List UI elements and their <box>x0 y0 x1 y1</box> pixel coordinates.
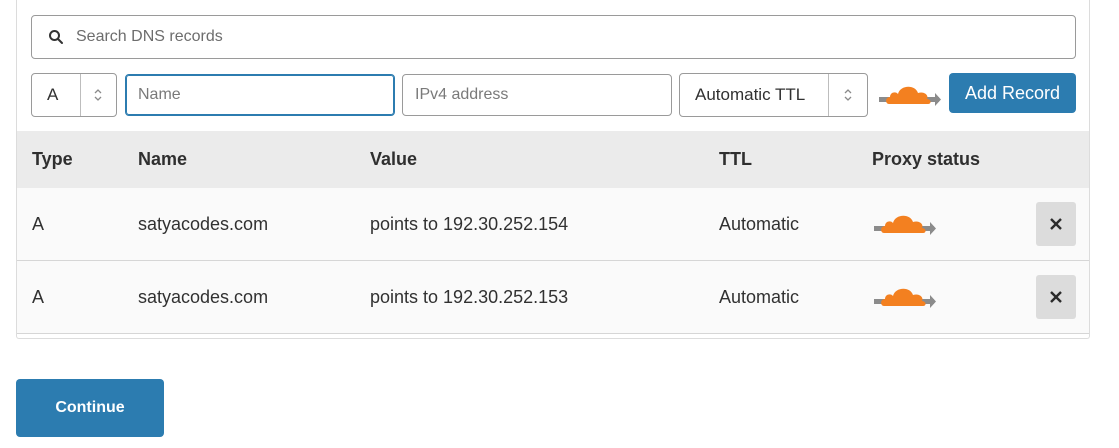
table-row: A satyacodes.com points to 192.30.252.15… <box>17 261 1089 334</box>
add-record-button[interactable]: Add Record <box>949 73 1076 113</box>
ipv4-address-field[interactable] <box>402 74 672 116</box>
cloud-proxied-icon <box>879 86 941 106</box>
table-row: A satyacodes.com points to 192.30.252.15… <box>17 188 1089 261</box>
row-value: points to 192.30.252.154 <box>370 213 569 234</box>
header-value: Value <box>370 149 418 169</box>
delete-record-button[interactable] <box>1036 275 1076 319</box>
proxy-status-toggle[interactable] <box>872 282 938 319</box>
sort-arrows-icon[interactable] <box>79 74 116 116</box>
header-type: Type <box>32 149 73 169</box>
cloud-proxied-icon <box>874 288 936 308</box>
row-ttl: Automatic <box>719 213 800 234</box>
row-type: A <box>32 213 45 234</box>
row-name: satyacodes.com <box>138 286 269 307</box>
row-name: satyacodes.com <box>138 213 269 234</box>
search-box[interactable]: Search DNS records <box>31 15 1076 59</box>
name-field[interactable] <box>125 74 395 116</box>
close-icon <box>1050 218 1062 230</box>
table-header: Type Name Value TTL Proxy status <box>17 131 1089 188</box>
cloud-proxied-icon <box>874 215 936 235</box>
search-icon <box>48 29 64 45</box>
header-ttl: TTL <box>719 149 752 169</box>
header-proxy-status: Proxy status <box>872 149 981 169</box>
continue-button[interactable]: Continue <box>16 379 164 437</box>
proxy-status-toggle[interactable] <box>872 209 938 246</box>
row-ttl: Automatic <box>719 286 800 307</box>
ttl-select[interactable]: Automatic TTL <box>679 73 868 117</box>
row-value: points to 192.30.252.153 <box>370 286 569 307</box>
proxy-toggle[interactable] <box>877 80 943 112</box>
record-type-select[interactable]: A <box>31 73 117 117</box>
record-type-value: A <box>47 85 59 104</box>
search-input[interactable]: Search DNS records <box>76 28 223 46</box>
sort-arrows-icon[interactable] <box>828 74 867 116</box>
header-name: Name <box>138 149 188 169</box>
delete-record-button[interactable] <box>1036 202 1076 246</box>
row-type: A <box>32 286 45 307</box>
close-icon <box>1050 291 1062 303</box>
ttl-value: Automatic TTL <box>695 85 806 104</box>
